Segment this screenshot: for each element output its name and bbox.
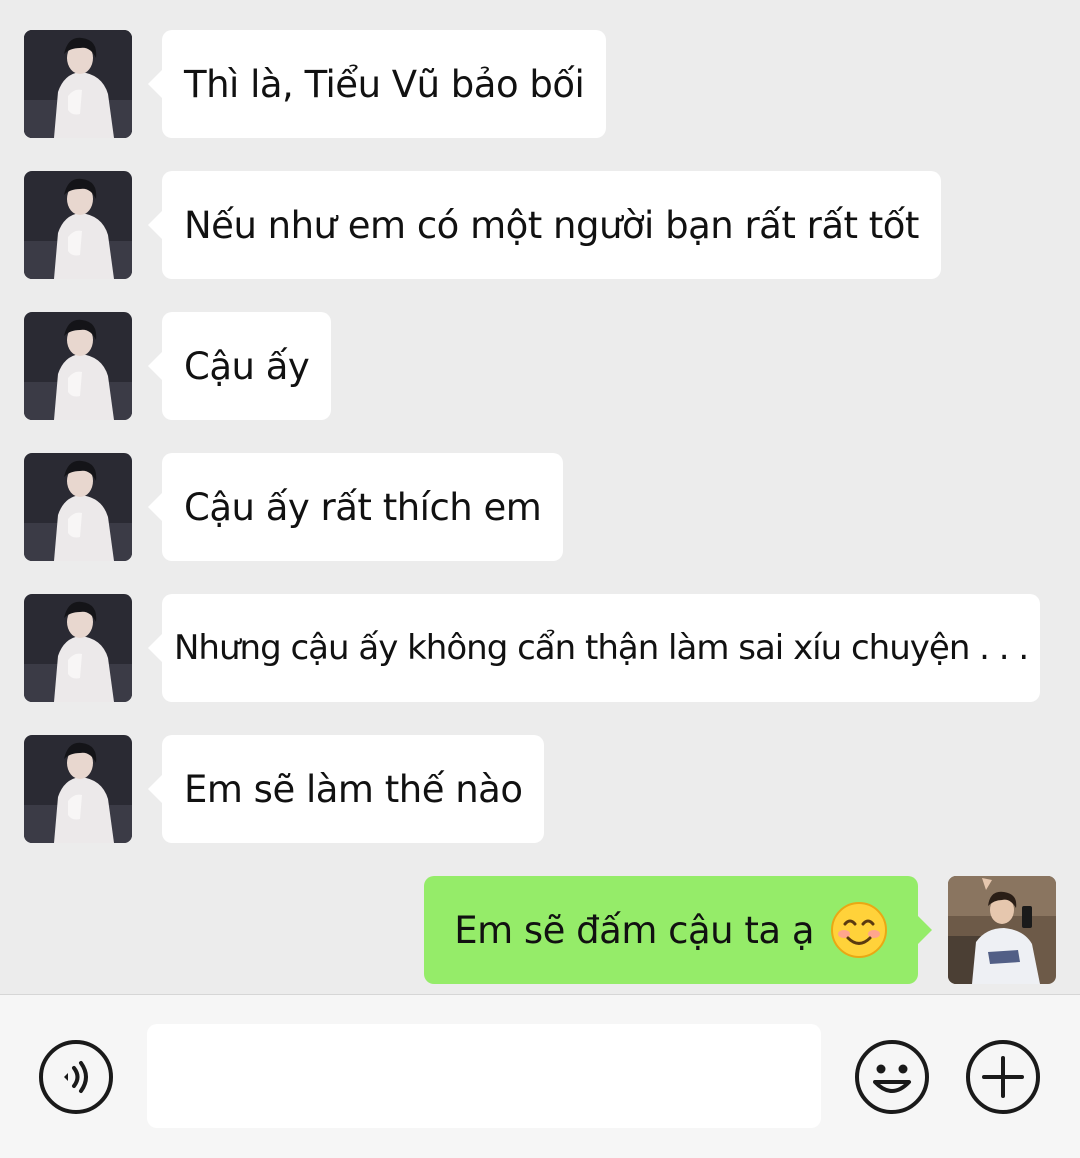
message-row: Em sẽ đấm cậu ta ạ [0,876,1080,984]
incoming-message-bubble[interactable]: Cậu ấy rất thích em [147,453,564,561]
my-avatar-image [948,876,1056,984]
contact-avatar[interactable] [24,30,132,138]
contact-avatar-image [24,312,132,420]
contact-avatar[interactable] [24,453,132,561]
message-row: Nếu như em có một người bạn rất rất tốt [0,171,1080,279]
voice-input-icon [39,1040,113,1114]
message-row: Thì là, Tiểu Vũ bảo bối [0,30,1080,138]
message-row: Em sẽ làm thế nào [0,735,1080,843]
contact-avatar-image [24,453,132,561]
outgoing-message-text: Em sẽ đấm cậu ta ạ [454,908,814,952]
smiling-face-icon [831,902,887,958]
incoming-message-bubble[interactable]: Thì là, Tiểu Vũ bảo bối [147,30,607,138]
contact-avatar[interactable] [24,594,132,702]
message-row: Cậu ấy [0,312,1080,420]
input-bar [0,994,1080,1158]
incoming-message-bubble[interactable]: Nhưng cậu ấy không cẩn thận làm sai xíu … [147,594,1041,702]
message-row: Cậu ấy rất thích em [0,453,1080,561]
message-input[interactable] [147,1024,821,1128]
contact-avatar[interactable] [24,171,132,279]
incoming-message-bubble[interactable]: Nếu như em có một người bạn rất rất tốt [148,171,941,279]
more-options-button[interactable] [964,1038,1042,1116]
emoji-icon [855,1040,929,1114]
emoji-button[interactable] [853,1038,931,1116]
my-avatar[interactable] [948,876,1056,984]
contact-avatar-image [24,735,132,843]
contact-avatar-image [24,171,132,279]
plus-icon [966,1040,1040,1114]
incoming-message-bubble[interactable]: Cậu ấy [147,312,332,420]
contact-avatar-image [24,30,132,138]
contact-avatar-image [24,594,132,702]
voice-input-button[interactable] [37,1038,115,1116]
outgoing-message-bubble[interactable]: Em sẽ đấm cậu ta ạ [424,876,932,984]
incoming-message-bubble[interactable]: Em sẽ làm thế nào [147,735,545,843]
chat-area[interactable]: Thì là, Tiểu Vũ bảo bối Nếu như em có mộ… [0,0,1080,994]
message-row: Nhưng cậu ấy không cẩn thận làm sai xíu … [0,594,1080,702]
contact-avatar[interactable] [24,312,132,420]
contact-avatar[interactable] [24,735,132,843]
